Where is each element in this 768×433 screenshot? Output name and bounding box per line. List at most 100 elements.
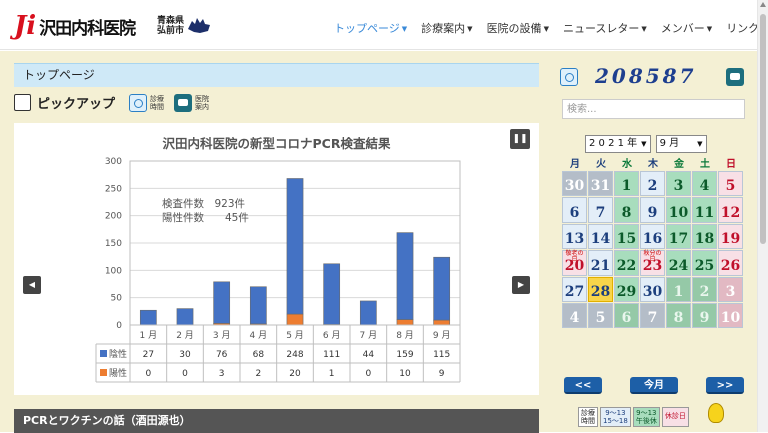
x-tick-label: 9 月 [433, 330, 451, 341]
calendar-day[interactable]: 27 [562, 276, 587, 302]
weekday-header: 月火水木金土日 [562, 155, 744, 170]
calendar-day[interactable]: 24 [666, 250, 691, 276]
calendar-day[interactable]: 25 [692, 250, 717, 276]
calendar-day[interactable]: 14 [588, 223, 613, 250]
caret-down-icon: ▼ [641, 25, 647, 33]
bar-negative [249, 286, 267, 325]
scroll-up-icon[interactable] [760, 2, 766, 7]
day-number: 4 [699, 178, 710, 195]
scroll-thumb[interactable] [760, 14, 766, 244]
hours-link[interactable]: 診療 時間 [150, 95, 164, 111]
bar-negative [213, 281, 231, 324]
nav-item-1[interactable]: 診療案内 ▼ [421, 20, 472, 36]
calendar-day[interactable]: 4 [692, 171, 717, 197]
calendar-day[interactable]: 5 [588, 302, 613, 329]
calendar-day[interactable]: 4 [562, 302, 587, 329]
prev-month-button[interactable]: << [564, 377, 602, 394]
calendar-day[interactable]: 13 [562, 223, 587, 250]
day-number: 31 [590, 178, 611, 195]
calendar-day[interactable]: 秋分の日 23 [640, 250, 665, 276]
nav-item-label: 診療案内 [421, 22, 466, 35]
calendar-day[interactable]: 10 [718, 302, 743, 329]
day-number: 9 [699, 310, 710, 327]
bar-negative [176, 308, 194, 326]
car-icon[interactable] [174, 93, 193, 112]
site-logo[interactable]: Ji 沢田内科医院 [14, 13, 136, 39]
calendar-day[interactable]: 18 [692, 223, 717, 250]
calendar-day[interactable]: 17 [666, 223, 691, 250]
calendar-day[interactable]: 1 [666, 276, 691, 302]
bar-negative [433, 256, 451, 321]
nav-item-0[interactable]: トップページ ▼ [334, 20, 407, 36]
nav-item-3[interactable]: ニュースレター ▼ [563, 20, 647, 36]
calendar-day[interactable]: 30 [640, 276, 665, 302]
calendar-day[interactable]: 敬老の日 20 [562, 250, 587, 276]
slider-prev-button[interactable]: ◀ [23, 276, 41, 294]
weekday-label: 水 [622, 159, 632, 170]
caret-down-icon: ▼ [401, 25, 408, 33]
data-table-value: 3 [219, 369, 225, 379]
chevron-down-icon: ▼ [641, 140, 647, 148]
calendar-day[interactable]: 9 [640, 197, 665, 223]
calendar-day[interactable]: 30 [562, 171, 587, 197]
calendar-day[interactable]: 6 [614, 302, 639, 329]
calendar-day[interactable]: 6 [562, 197, 587, 223]
bar-negative [359, 300, 377, 326]
calendar-day[interactable]: 15 [614, 223, 639, 250]
clock-icon[interactable] [129, 93, 148, 112]
nav-item-4[interactable]: メンバー ▼ [661, 20, 712, 36]
calendar-nav: << 今月 >> [562, 377, 745, 395]
legend-normal-1: 9〜13 [605, 409, 626, 417]
calendar-day[interactable]: 1 [614, 171, 639, 197]
calendar-day[interactable]: 3 [718, 276, 743, 302]
calendar-day[interactable]: 28 [588, 276, 613, 302]
calendar-day[interactable]: 2 [692, 276, 717, 302]
calendar-day[interactable]: 3 [666, 171, 691, 197]
calendar-day[interactable]: 9 [692, 302, 717, 329]
weekday-label: 月 [570, 159, 580, 170]
scrollbar[interactable] [757, 0, 768, 432]
calendar-day[interactable]: 26 [718, 250, 743, 276]
nav-item-label: トップページ [334, 22, 400, 35]
pcr-chart: 050100150200250300検査件数 923件陽性件数 45件1 月2 … [95, 157, 461, 383]
calendar-day[interactable]: 11 [692, 197, 717, 223]
calendar-day[interactable]: 8 [666, 302, 691, 329]
lightbulb-icon [708, 403, 724, 423]
this-month-button[interactable]: 今月 [630, 377, 678, 394]
y-tick-label: 300 [105, 157, 122, 167]
section-title: PCRとワクチンの話（酒田源也） [23, 414, 191, 427]
guide-link[interactable]: 医院 案内 [195, 95, 209, 111]
next-month-button[interactable]: >> [706, 377, 744, 394]
calendar-day[interactable]: 19 [718, 223, 743, 250]
calendar-day[interactable]: 8 [614, 197, 639, 223]
calendar-day[interactable]: 16 [640, 223, 665, 250]
nav-item-2[interactable]: 医院の設備 ▼ [487, 20, 549, 36]
calendar-day[interactable]: 2 [640, 171, 665, 197]
legend-normal-2: 15〜18 [603, 417, 628, 425]
pause-button[interactable]: ❚❚ [510, 129, 530, 149]
day-number: 2 [699, 283, 710, 300]
page-title: トップページ [23, 68, 95, 82]
day-number: 3 [673, 178, 684, 195]
year-select[interactable]: 2 0 2 1 年 ▼ [585, 135, 651, 153]
calendar-day[interactable]: 22 [614, 250, 639, 276]
y-tick-label: 100 [105, 266, 122, 276]
y-tick-label: 200 [105, 212, 122, 222]
slider-next-button[interactable]: ▶ [512, 276, 530, 294]
month-select[interactable]: 9 月 ▼ [655, 135, 707, 153]
calendar-day[interactable]: 7 [588, 197, 613, 223]
calendar-day[interactable]: 29 [614, 276, 639, 302]
calendar-grid: 30 31 1 2 3 4 5 6 7 8 9 10 11 12 13 14 15 16 17 18 19 敬老の日 20 2… [562, 171, 743, 329]
legend-swatch [100, 350, 107, 357]
calendar-day[interactable]: 12 [718, 197, 743, 223]
calendar-day[interactable]: 5 [718, 171, 743, 197]
calendar-day[interactable]: 10 [666, 197, 691, 223]
x-tick-label: 2 月 [176, 330, 194, 341]
data-table-value: 9 [439, 369, 445, 379]
legend-hours-2: 時間 [581, 417, 595, 425]
calendar-day[interactable]: 31 [588, 171, 613, 197]
calendar-day[interactable]: 21 [588, 250, 613, 276]
search-input[interactable] [562, 99, 745, 119]
calendar-day[interactable]: 7 [640, 302, 665, 329]
legend-closed: 休診日 [661, 407, 689, 427]
